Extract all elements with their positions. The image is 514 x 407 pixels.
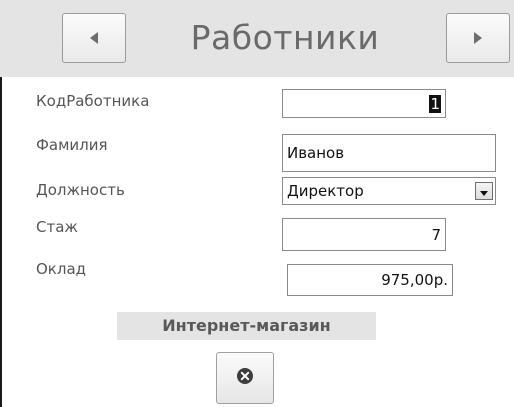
form-window: Работники КодРаботника 1 Фамилия Иванов …: [0, 0, 514, 407]
employee-id-value: 1: [429, 94, 441, 113]
dropdown-button[interactable]: [475, 182, 493, 200]
store-caption: Интернет-магазин: [117, 312, 376, 340]
previous-record-button[interactable]: [62, 13, 126, 63]
next-record-button[interactable]: [446, 13, 510, 63]
salary-field[interactable]: 975,00р.: [287, 264, 453, 296]
chevron-down-icon: [480, 182, 488, 201]
surname-value: Иванов: [287, 144, 345, 162]
position-label: Должность: [36, 181, 125, 199]
triangle-right-icon: [473, 32, 483, 44]
employee-id-label: КодРаботника: [36, 92, 150, 110]
salary-label: Оклад: [36, 260, 87, 278]
surname-field[interactable]: Иванов: [282, 134, 496, 172]
form-header: Работники: [0, 0, 514, 77]
experience-field[interactable]: 7: [282, 218, 446, 251]
window-left-border: [0, 77, 2, 407]
experience-value: 7: [431, 225, 441, 244]
employee-id-field[interactable]: 1: [282, 89, 446, 118]
experience-label: Стаж: [36, 218, 78, 236]
close-form-button[interactable]: [216, 352, 274, 404]
salary-value: 975,00р.: [381, 271, 448, 289]
position-select[interactable]: Директор: [282, 177, 496, 205]
position-value: Директор: [287, 182, 364, 200]
close-circle-icon: [236, 367, 254, 389]
form-title: Работники: [190, 18, 380, 57]
triangle-left-icon: [89, 32, 99, 44]
surname-label: Фамилия: [36, 136, 108, 154]
